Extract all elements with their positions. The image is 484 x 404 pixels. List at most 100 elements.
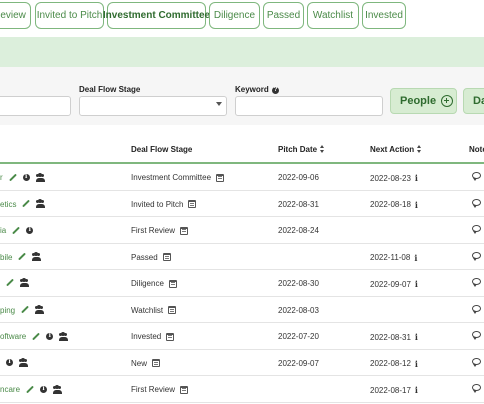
next-action-date: 2022-08-17 bbox=[370, 385, 411, 395]
company-name-cell[interactable]: r bbox=[0, 173, 46, 182]
comment-icon[interactable] bbox=[472, 225, 481, 234]
deal-flow-stage-select[interactable] bbox=[79, 96, 227, 116]
company-name-cell[interactable] bbox=[0, 358, 29, 367]
info-icon[interactable]: i bbox=[415, 200, 418, 210]
calendar-icon[interactable] bbox=[180, 226, 189, 235]
comment-icon[interactable] bbox=[472, 172, 481, 181]
tab-watchlist[interactable]: Watchlist bbox=[307, 2, 359, 29]
header-next-action-text: Next Action bbox=[370, 145, 415, 154]
info-icon[interactable]: i bbox=[415, 279, 418, 289]
company-name[interactable]: ia bbox=[0, 226, 6, 235]
info-icon[interactable]: i bbox=[415, 332, 418, 342]
tab-invited-to-pitch[interactable]: Invited to Pitch bbox=[35, 2, 104, 29]
tab-review[interactable]: Review bbox=[0, 2, 31, 29]
deal-flow-stage-value: First Review bbox=[131, 226, 176, 235]
company-name[interactable]: ping bbox=[0, 306, 15, 315]
calendar-icon[interactable] bbox=[168, 279, 177, 288]
edit-icon[interactable] bbox=[6, 279, 14, 287]
comment-icon[interactable] bbox=[472, 198, 481, 208]
table-row[interactable]: r Investment Committee 2022-09-06 2022-08-2… bbox=[0, 164, 484, 191]
edit-icon[interactable] bbox=[21, 306, 29, 314]
calendar-icon[interactable] bbox=[162, 253, 171, 261]
tab-diligence[interactable]: Diligence bbox=[209, 2, 260, 29]
info-icon[interactable]: i bbox=[415, 385, 418, 395]
edit-icon[interactable] bbox=[18, 253, 26, 261]
calendar-icon[interactable] bbox=[188, 200, 197, 208]
calendar-icon[interactable] bbox=[216, 173, 225, 182]
header-pitch-date-text: Pitch Date bbox=[278, 145, 318, 154]
info-icon bbox=[22, 173, 30, 181]
company-name-cell[interactable]: oftware bbox=[0, 332, 69, 341]
notes-cell[interactable] bbox=[472, 304, 481, 314]
calendar-icon[interactable] bbox=[168, 306, 177, 314]
calendar-icon[interactable] bbox=[152, 359, 161, 367]
table-body: r Investment Committee 2022-09-06 2022-08-2… bbox=[0, 164, 484, 403]
notes-cell[interactable] bbox=[472, 278, 481, 287]
comment-icon[interactable] bbox=[472, 251, 481, 261]
deal-flow-stage-cell: New bbox=[131, 359, 161, 368]
calendar-icon[interactable] bbox=[166, 332, 175, 341]
tab-invested[interactable]: Invested bbox=[362, 2, 406, 29]
company-name[interactable]: oftware bbox=[0, 332, 26, 341]
table-row[interactable]: ncare First Review 2022-08-17 i bbox=[0, 376, 484, 403]
next-action-date: 2022-09-07 bbox=[370, 279, 411, 289]
company-name-cell[interactable] bbox=[0, 279, 30, 287]
pitch-date-cell: 2022-08-31 bbox=[278, 199, 319, 209]
calendar-icon[interactable] bbox=[180, 385, 189, 394]
table-row[interactable]: bile Passed 2022-11-08 i bbox=[0, 244, 484, 270]
notes-cell[interactable] bbox=[472, 225, 481, 234]
notes-cell[interactable] bbox=[472, 357, 481, 367]
notes-cell[interactable] bbox=[472, 198, 481, 208]
company-name-cell[interactable]: bile bbox=[0, 253, 42, 262]
comment-icon[interactable] bbox=[472, 278, 481, 287]
header-pitch-date[interactable]: Pitch Date bbox=[278, 145, 325, 154]
edit-icon[interactable] bbox=[12, 227, 20, 235]
keyword-input[interactable] bbox=[235, 96, 383, 116]
next-action-cell: 2022-08-23 i bbox=[370, 173, 418, 183]
company-name-cell[interactable]: ia bbox=[0, 226, 34, 235]
deal-flow-stage-cell: Watchlist bbox=[131, 306, 177, 315]
tab-investment-committee[interactable]: Investment Committee bbox=[103, 2, 210, 29]
table-row[interactable]: ia First Review 2022-08-24 bbox=[0, 217, 484, 244]
users-icon bbox=[35, 306, 45, 314]
stage-tabs: Review Invited to Pitch Investment Commi… bbox=[0, 2, 484, 30]
comment-icon[interactable] bbox=[472, 304, 481, 314]
notes-cell[interactable] bbox=[472, 251, 481, 261]
notes-cell[interactable] bbox=[472, 172, 481, 181]
keyword-label-text: Keyword bbox=[235, 85, 269, 94]
info-icon[interactable]: i bbox=[414, 253, 417, 263]
company-name-cell[interactable]: etics bbox=[0, 200, 46, 209]
comment-icon[interactable] bbox=[472, 331, 481, 340]
people-button[interactable]: People bbox=[390, 88, 457, 114]
info-icon[interactable]: i bbox=[415, 173, 418, 183]
company-name[interactable]: r bbox=[0, 173, 3, 182]
company-name[interactable]: bile bbox=[0, 253, 12, 262]
company-name[interactable]: ncare bbox=[0, 385, 20, 394]
table-row[interactable]: oftware Invested 2022-07-20 2022-08-31 i bbox=[0, 323, 484, 350]
comment-icon[interactable] bbox=[472, 357, 481, 367]
notes-cell[interactable] bbox=[472, 331, 481, 340]
notes-cell[interactable] bbox=[472, 384, 481, 393]
tab-passed[interactable]: Passed bbox=[263, 2, 304, 29]
table-row[interactable]: ping Watchlist 2022-08-03 bbox=[0, 297, 484, 323]
info-icon bbox=[6, 358, 13, 366]
edit-icon[interactable] bbox=[32, 333, 40, 341]
comment-icon[interactable] bbox=[472, 384, 481, 393]
table-row[interactable]: Diligence 2022-08-30 2022-09-07 i bbox=[0, 270, 484, 297]
name-filter-input[interactable] bbox=[0, 96, 71, 116]
edit-icon[interactable] bbox=[9, 174, 17, 182]
header-next-action[interactable]: Next Action bbox=[370, 145, 422, 154]
date-button-label: Da bbox=[473, 95, 484, 107]
help-icon[interactable]: ? bbox=[272, 87, 280, 94]
company-name[interactable]: etics bbox=[0, 200, 16, 209]
edit-icon[interactable] bbox=[22, 200, 30, 208]
info-icon bbox=[26, 226, 34, 234]
table-row[interactable]: New 2022-09-07 2022-08-12 i bbox=[0, 350, 484, 376]
next-action-cell: 2022-11-08 i bbox=[370, 253, 417, 263]
info-icon[interactable]: i bbox=[415, 359, 418, 369]
company-name-cell[interactable]: ping bbox=[0, 306, 45, 315]
date-button[interactable]: Da bbox=[463, 88, 484, 114]
edit-icon[interactable] bbox=[26, 386, 34, 394]
table-row[interactable]: etics Invited to Pitch 2022-08-31 2022-08-1… bbox=[0, 191, 484, 217]
company-name-cell[interactable]: ncare bbox=[0, 385, 63, 394]
